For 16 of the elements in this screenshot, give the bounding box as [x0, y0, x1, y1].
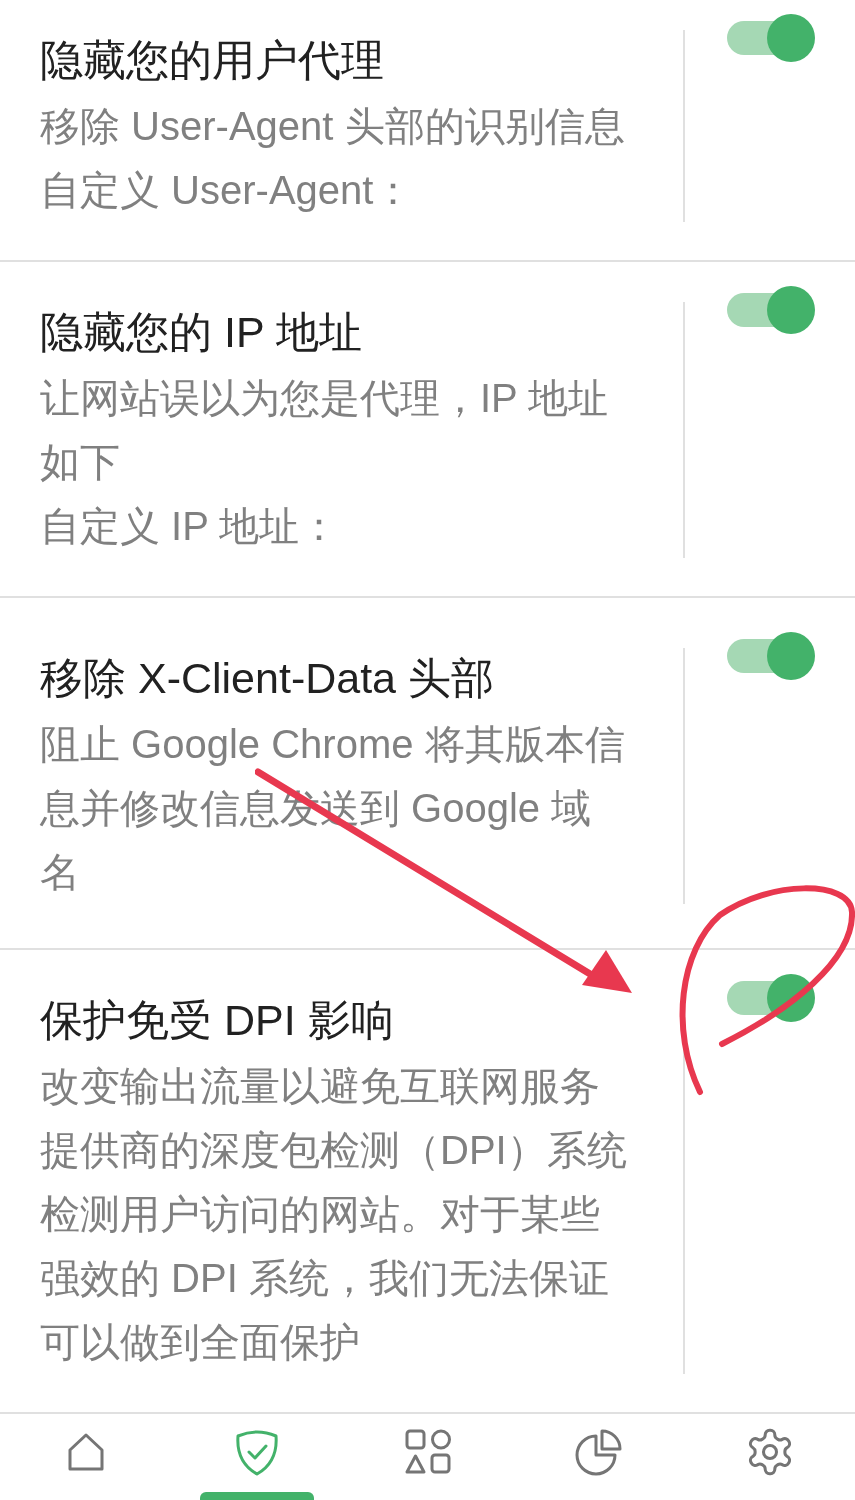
- setting-description: 让网站误以为您是代理，IP 地址如下: [40, 375, 610, 486]
- setting-custom-value: 自定义 IP 地址：: [40, 503, 341, 550]
- setting-custom-value: 自定义 User-Agent：: [40, 167, 415, 214]
- setting-description: 移除 User-Agent 头部的识别信息: [40, 103, 626, 150]
- setting-description: 改变输出流量以避免互联网服务提供商的深度包检测（DPI）系统检测用户访问的网站。对于某些强效的 DPI 系统，我们无法保证可以做到全面保护: [40, 1063, 627, 1366]
- setting-title: 保护免受 DPI 影响: [40, 995, 395, 1046]
- shield-check-icon: [233, 1428, 280, 1476]
- toggle-switch[interactable]: [725, 286, 815, 334]
- setting-title: 隐藏您的 IP 地址: [40, 307, 363, 358]
- toggle-switch[interactable]: [725, 632, 815, 680]
- pie-chart-icon: [574, 1428, 623, 1476]
- toggle-switch[interactable]: [725, 14, 815, 62]
- toggle-switch[interactable]: [725, 974, 815, 1022]
- setting-title: 隐藏您的用户代理: [40, 35, 385, 86]
- shapes-icon: [403, 1428, 452, 1476]
- setting-title: 移除 X-Client-Data 头部: [40, 653, 495, 704]
